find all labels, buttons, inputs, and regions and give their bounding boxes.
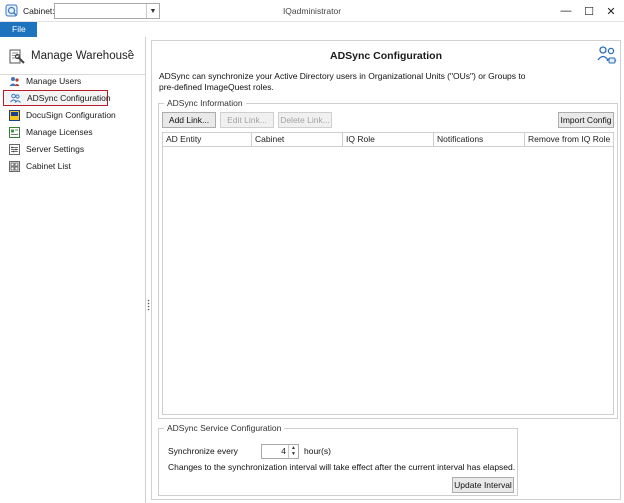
sidebar-header[interactable]: Manage Warehouse ⌃ <box>0 37 146 75</box>
description-line: pre-defined ImageQuest roles. <box>159 82 274 92</box>
maximize-button[interactable]: ☐ <box>578 2 600 20</box>
edit-link-button[interactable]: Edit Link... <box>220 112 274 128</box>
column-header-notifications[interactable]: Notifications <box>434 133 525 147</box>
title-bar: Cabinet: ▼ IQadministrator — ☐ ✕ <box>0 0 624 22</box>
sidebar-item-adsync-configuration[interactable]: ADSync Configuration <box>3 90 111 106</box>
cabinet-list-icon <box>9 160 20 172</box>
import-config-button[interactable]: Import Config <box>558 112 614 128</box>
collapse-icon[interactable]: ⌃ <box>126 49 134 60</box>
page-title: ADSync Configuration <box>330 50 442 62</box>
sidebar-item-label: Cabinet List <box>26 161 71 171</box>
delete-link-button[interactable]: Delete Link... <box>278 112 332 128</box>
file-menu[interactable]: File <box>0 22 37 37</box>
description-text: ADSync can synchronize your Active Direc… <box>159 71 579 93</box>
add-link-button[interactable]: Add Link... <box>162 112 216 128</box>
column-header-ad-entity[interactable]: AD Entity <box>163 133 252 147</box>
column-header-remove-from-iq-role[interactable]: Remove from IQ Role <box>525 133 613 147</box>
column-header-cabinet[interactable]: Cabinet <box>252 133 343 147</box>
main-panel: ADSync Configuration ADSync can synchron… <box>151 40 621 500</box>
docusign-icon <box>9 109 20 121</box>
stepper-arrows-icon[interactable]: ▲ ▼ <box>288 445 298 458</box>
adsync-links-grid[interactable]: AD Entity Cabinet IQ Role Notifications … <box>162 132 614 415</box>
synchronize-every-label: Synchronize every <box>168 446 238 456</box>
sidebar-item-manage-licenses[interactable]: Manage Licenses <box>3 124 108 140</box>
column-header-iq-role[interactable]: IQ Role <box>343 133 434 147</box>
users-icon <box>9 76 20 86</box>
server-settings-icon <box>9 143 20 155</box>
drag-handle-icon[interactable] <box>147 299 150 311</box>
sidebar: Manage Warehouse ⌃ Manage Users ADSync C… <box>0 37 146 503</box>
chevron-down-icon[interactable]: ▼ <box>146 4 159 18</box>
cabinet-dropdown[interactable]: ▼ <box>54 3 160 19</box>
sidebar-item-label: ADSync Configuration <box>27 93 111 103</box>
sidebar-item-manage-users[interactable]: Manage Users <box>3 73 108 89</box>
grid-header: AD Entity Cabinet IQ Role Notifications … <box>163 133 613 147</box>
hours-unit-label: hour(s) <box>304 446 331 456</box>
adsync-icon <box>10 93 21 103</box>
sidebar-title: Manage Warehouse <box>31 50 135 62</box>
license-icon <box>9 126 20 138</box>
sidebar-item-label: Server Settings <box>26 144 85 154</box>
app-logo-icon <box>5 4 18 17</box>
description-line: ADSync can synchronize your Active Direc… <box>159 71 526 81</box>
adsync-service-configuration-label: ADSync Service Configuration <box>164 423 285 433</box>
sidebar-item-label: Manage Licenses <box>26 127 93 137</box>
minimize-button[interactable]: — <box>555 2 577 20</box>
sync-interval-stepper[interactable]: 4 ▲ ▼ <box>261 444 299 459</box>
sidebar-item-docusign-configuration[interactable]: DocuSign Configuration <box>3 107 116 123</box>
user-group-icon <box>597 46 617 64</box>
sidebar-item-cabinet-list[interactable]: Cabinet List <box>3 158 108 174</box>
close-button[interactable]: ✕ <box>600 2 622 20</box>
adsync-information-label: ADSync Information <box>164 98 246 108</box>
manage-warehouse-icon <box>9 49 25 64</box>
sidebar-item-label: Manage Users <box>26 76 82 86</box>
update-interval-button[interactable]: Update Interval <box>452 477 514 493</box>
sync-interval-value[interactable]: 4 <box>262 445 288 458</box>
menu-bar: File <box>0 22 624 37</box>
sync-interval-note: Changes to the synchronization interval … <box>168 462 516 472</box>
sidebar-item-label: DocuSign Configuration <box>26 110 116 120</box>
sidebar-item-server-settings[interactable]: Server Settings <box>3 141 108 157</box>
cabinet-label: Cabinet: <box>23 6 55 16</box>
